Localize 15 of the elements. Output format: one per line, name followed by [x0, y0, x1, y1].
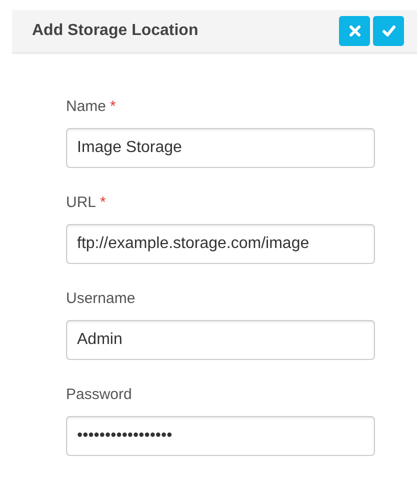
close-icon [348, 25, 360, 37]
input-field[interactable]: Admin [66, 320, 375, 360]
close-button[interactable] [339, 16, 370, 46]
field-label: Name [66, 98, 106, 116]
confirm-button[interactable] [373, 16, 404, 46]
input-field[interactable]: Image Storage [66, 128, 375, 168]
check-icon [382, 25, 396, 37]
required-marker: * [100, 194, 106, 212]
field-label: Password [66, 386, 132, 404]
field-label: Username [66, 290, 136, 308]
input-field[interactable]: ftp://example.storage.com/image [66, 224, 375, 264]
field-label: URL [66, 194, 96, 212]
required-marker: * [110, 98, 116, 116]
input-field[interactable]: ••••••••••••••••• [66, 416, 375, 456]
dialog-title: Add Storage Location [32, 22, 200, 40]
